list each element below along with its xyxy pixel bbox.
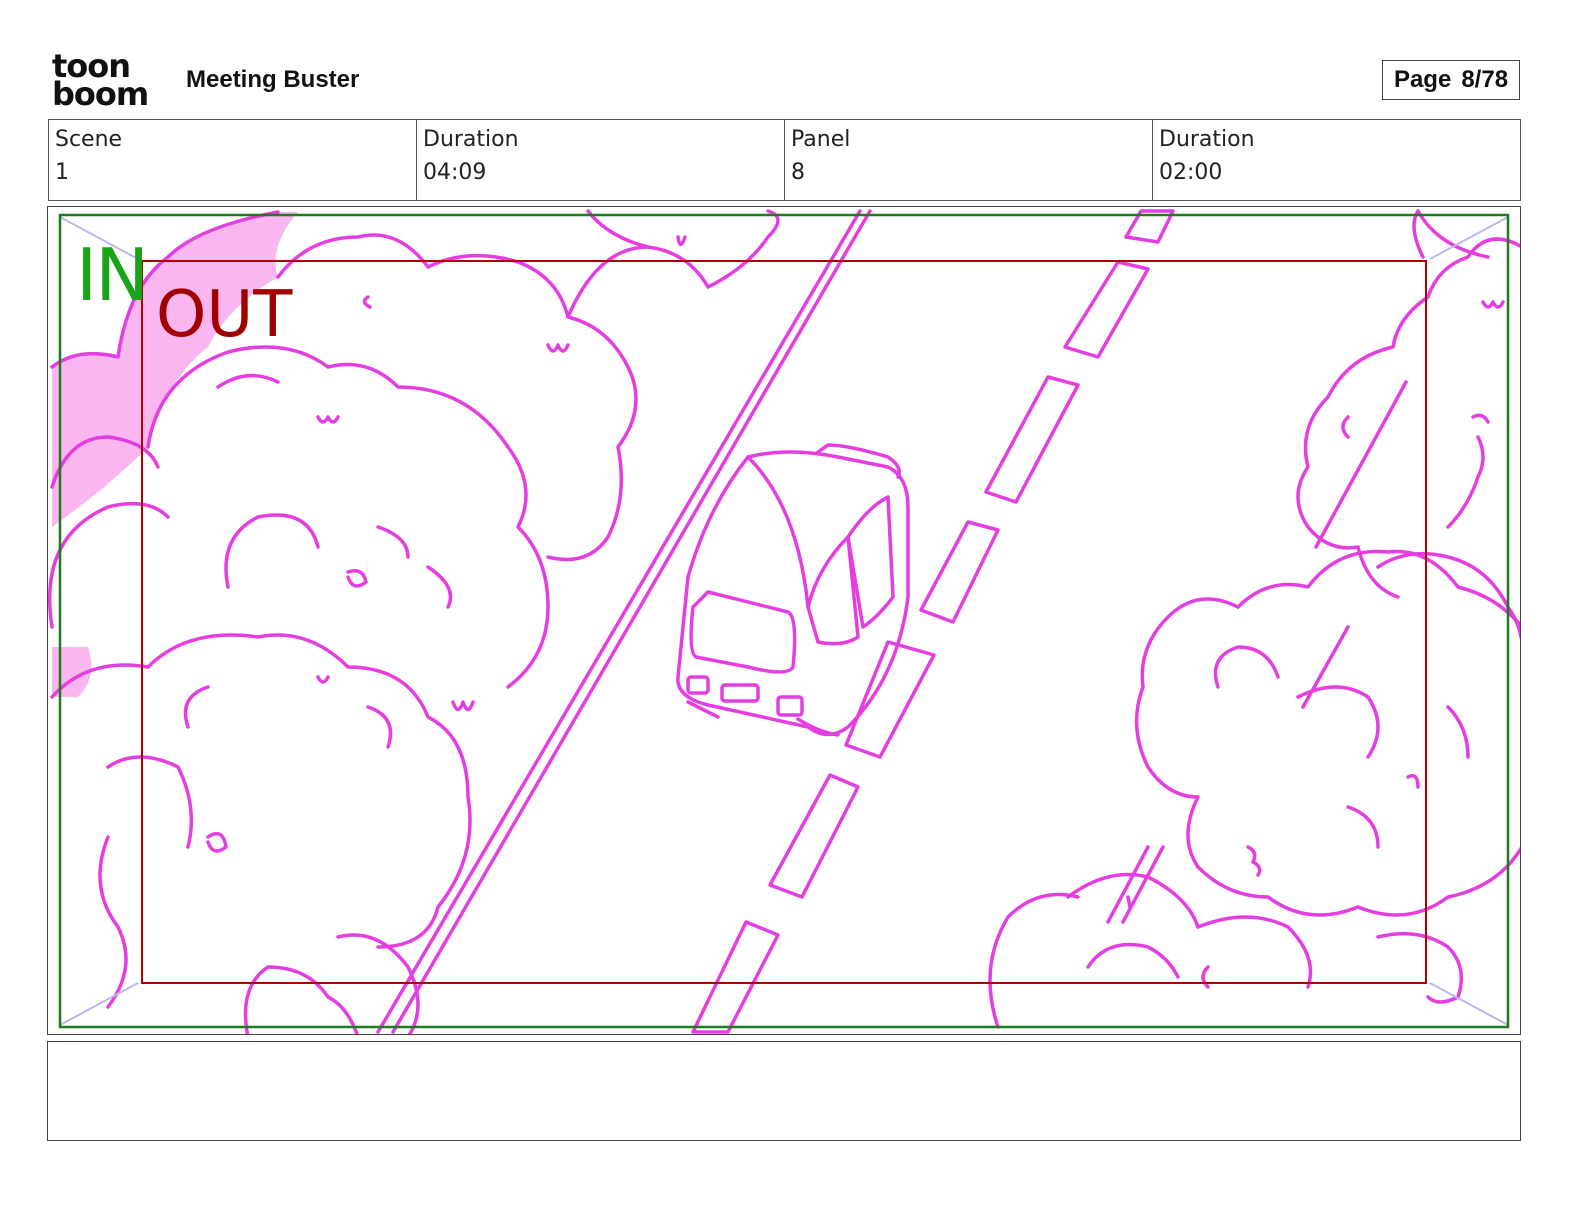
panel-label: Panel: [791, 127, 851, 152]
panel-cell: Panel 8: [785, 120, 1153, 200]
panel-duration-cell: Duration 02:00: [1153, 120, 1520, 200]
toon-boom-logo: toon boom: [52, 50, 164, 114]
scene-duration-cell: Duration 04:09: [417, 120, 785, 200]
panel-value: 8: [791, 160, 805, 185]
logo-line-bottom: boom: [52, 75, 149, 113]
panel-info-table: Scene 1 Duration 04:09 Panel 8 Duration …: [48, 119, 1521, 201]
scene-value: 1: [55, 160, 69, 185]
out-frame-label: OUT: [156, 278, 293, 352]
page-number: 8/78: [1461, 66, 1509, 93]
scene-cell: Scene 1: [49, 120, 417, 200]
out-frame: [141, 260, 1427, 984]
panel-notes-box[interactable]: [47, 1041, 1521, 1141]
page-label: Page: [1393, 66, 1452, 93]
panel-duration-label: Duration: [1159, 127, 1255, 152]
panel-duration-value: 02:00: [1159, 160, 1223, 185]
in-frame-label: IN: [76, 233, 149, 317]
project-title: Meeting Buster: [186, 66, 360, 93]
page-indicator: Page 8/78: [1382, 60, 1520, 100]
storyboard-panel: IN OUT: [47, 206, 1521, 1035]
scene-duration-label: Duration: [423, 127, 519, 152]
scene-duration-value: 04:09: [423, 160, 487, 185]
scene-label: Scene: [55, 127, 123, 152]
